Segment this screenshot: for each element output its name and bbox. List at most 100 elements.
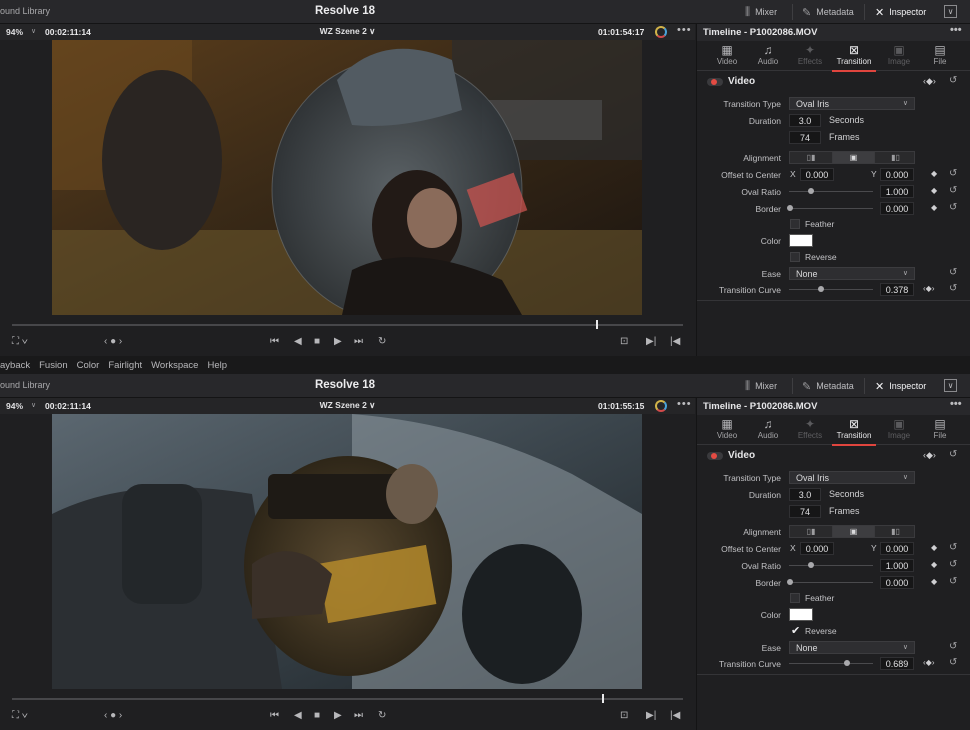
align-end-button[interactable]: ▮▯ (874, 152, 916, 163)
menu-item-workspace[interactable]: Workspace (151, 360, 198, 371)
reset-icon[interactable]: ↺ (949, 283, 957, 294)
more-options-icon[interactable]: ••• (950, 24, 962, 36)
border-slider[interactable] (789, 582, 873, 583)
collapse-icon[interactable]: ∨ (944, 379, 957, 392)
reset-icon[interactable]: ↺ (949, 267, 957, 278)
video-enable-toggle[interactable] (707, 452, 723, 460)
keyframe-nav-icon[interactable]: ‹◆› (923, 658, 934, 667)
menu-item-fusion[interactable]: Fusion (39, 360, 68, 371)
video-frame[interactable] (52, 40, 642, 315)
more-options-icon[interactable]: ••• (950, 398, 962, 410)
reverse-checkbox[interactable]: ✔ (790, 626, 800, 637)
transition-type-dropdown[interactable]: Oval Iris ∨ (789, 471, 915, 484)
play-icon[interactable]: ▶ (334, 710, 342, 721)
ease-dropdown[interactable]: None ∨ (789, 641, 915, 654)
mixer-button[interactable]: ⫼ Mixer (745, 378, 777, 394)
slider-knob[interactable] (808, 562, 814, 568)
reset-icon[interactable]: ↺ (949, 657, 957, 668)
tab-audio[interactable]: ♫ Audio (746, 43, 790, 66)
menu-item-color[interactable]: Color (77, 360, 100, 371)
slider-knob[interactable] (817, 286, 824, 292)
tab-file[interactable]: ▤ File (918, 417, 962, 440)
go-to-start-icon[interactable]: ⏮ (270, 710, 279, 721)
color-palette-icon[interactable] (655, 26, 667, 38)
align-end-button[interactable]: ▮▯ (874, 526, 916, 537)
border-slider[interactable] (789, 208, 873, 209)
next-clip-icon[interactable]: ▶| (646, 336, 656, 347)
reset-icon[interactable]: ↺ (949, 168, 957, 179)
more-options-icon[interactable]: ••• (677, 24, 692, 36)
oval-ratio-field[interactable]: 1.000 (880, 185, 914, 198)
ease-dropdown[interactable]: None ∨ (789, 267, 915, 280)
viewer-mode-icon[interactable]: ⛶ ∨ (12, 710, 28, 721)
video-enable-toggle[interactable] (707, 78, 723, 86)
clip-name-dropdown[interactable]: WZ Szene 2 ∨ (0, 26, 695, 37)
keyframe-diamond-icon[interactable]: ◆ (931, 186, 937, 195)
playhead[interactable] (602, 694, 605, 703)
align-center-button[interactable]: ▣ (832, 152, 874, 163)
border-field[interactable]: 0.000 (880, 576, 914, 589)
match-frame-icon[interactable]: ⊡ (620, 710, 628, 721)
keyframe-nav-icon[interactable]: ‹◆› (923, 284, 934, 293)
stop-icon[interactable]: ■ (314, 710, 320, 721)
offset-x-field[interactable]: 0.000 (800, 542, 834, 555)
scrubber-bar[interactable] (12, 324, 683, 326)
transition-type-dropdown[interactable]: Oval Iris ∨ (789, 97, 915, 110)
last-frame-icon[interactable]: |◀ (670, 710, 680, 721)
oval-ratio-slider[interactable] (789, 191, 873, 192)
slider-knob[interactable] (843, 660, 850, 666)
transition-curve-field[interactable]: 0.689 (880, 657, 914, 670)
offset-x-field[interactable]: 0.000 (800, 168, 834, 181)
tab-effects[interactable]: ✦ Effects (788, 43, 832, 66)
reset-icon[interactable]: ↺ (949, 559, 957, 570)
tab-image[interactable]: ▣ Image (877, 43, 921, 66)
go-to-end-icon[interactable]: ⏭ (354, 336, 363, 347)
scrubber-bar[interactable] (12, 698, 683, 700)
viewer-mode-icon[interactable]: ⛶ ∨ (12, 336, 28, 347)
play-reverse-icon[interactable]: ◀ (294, 710, 302, 721)
border-color-swatch[interactable] (789, 608, 813, 621)
keyframe-diamond-icon[interactable]: ◆ (931, 543, 937, 552)
keyframe-nav-icon[interactable]: ‹◆› (923, 450, 936, 461)
go-to-start-icon[interactable]: ⏮ (270, 336, 279, 347)
slider-knob[interactable] (787, 205, 793, 211)
keyframe-nav-icon[interactable]: ‹◆› (923, 76, 936, 87)
slider-knob[interactable] (787, 579, 793, 585)
feather-checkbox[interactable] (790, 593, 800, 603)
tab-audio[interactable]: ♫ Audio (746, 417, 790, 440)
duration-seconds-field[interactable]: 3.0 (789, 114, 821, 127)
tab-effects[interactable]: ✦ Effects (788, 417, 832, 440)
play-icon[interactable]: ▶ (334, 336, 342, 347)
oval-ratio-field[interactable]: 1.000 (880, 559, 914, 572)
mixer-button[interactable]: ⫼ Mixer (745, 4, 777, 20)
reset-icon[interactable]: ↺ (949, 185, 957, 196)
color-palette-icon[interactable] (655, 400, 667, 412)
play-reverse-icon[interactable]: ◀ (294, 336, 302, 347)
oval-ratio-slider[interactable] (789, 565, 873, 566)
reverse-checkbox[interactable] (790, 252, 800, 262)
align-start-button[interactable]: ▯▮ (790, 152, 832, 163)
jog-control[interactable]: ‹ ● › (104, 336, 122, 347)
border-color-swatch[interactable] (789, 234, 813, 247)
align-center-button[interactable]: ▣ (832, 526, 874, 537)
duration-frames-field[interactable]: 74 (789, 505, 821, 518)
match-frame-icon[interactable]: ⊡ (620, 336, 628, 347)
metadata-button[interactable]: ✎ Metadata (802, 378, 854, 394)
keyframe-diamond-icon[interactable]: ◆ (931, 577, 937, 586)
more-options-icon[interactable]: ••• (677, 398, 692, 410)
keyframe-diamond-icon[interactable]: ◆ (931, 169, 937, 178)
menu-item-fairlight[interactable]: Fairlight (108, 360, 142, 371)
metadata-button[interactable]: ✎ Metadata (802, 4, 854, 20)
tab-video[interactable]: ▦ Video (705, 417, 749, 440)
collapse-icon[interactable]: ∨ (944, 5, 957, 18)
inspector-button[interactable]: ✕ Inspector (875, 4, 926, 20)
transition-curve-field[interactable]: 0.378 (880, 283, 914, 296)
menu-item-help[interactable]: Help (207, 360, 227, 371)
tab-transition[interactable]: ⊠ Transition (832, 417, 876, 446)
transition-curve-slider[interactable] (789, 289, 873, 290)
loop-icon[interactable]: ↻ (378, 336, 386, 347)
menu-item-playback[interactable]: ayback (0, 360, 30, 371)
next-clip-icon[interactable]: ▶| (646, 710, 656, 721)
align-start-button[interactable]: ▯▮ (790, 526, 832, 537)
duration-seconds-field[interactable]: 3.0 (789, 488, 821, 501)
